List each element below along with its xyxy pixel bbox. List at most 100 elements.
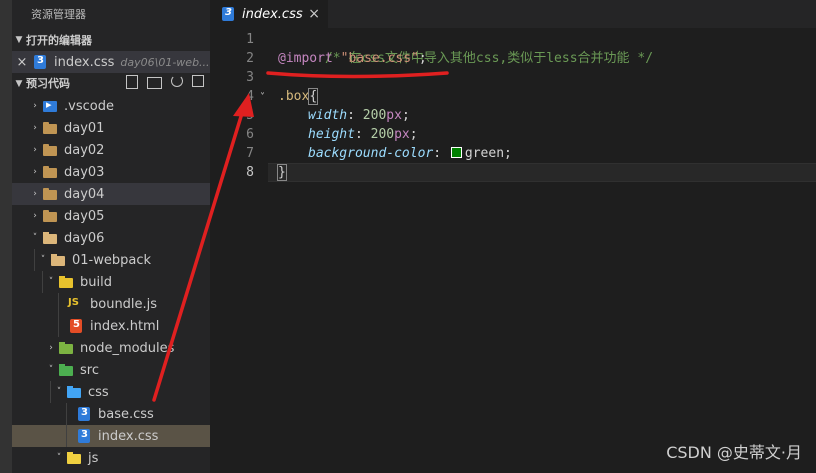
folder-icon [42,142,58,158]
folder-open-icon [42,230,58,246]
unit-token: px [386,108,402,123]
at-rule-token: @import [278,51,333,66]
tree-item-base-css[interactable]: base.css [12,403,210,425]
line-number: 5 [246,108,254,123]
fold-chevron-icon[interactable]: ˅ [260,92,265,103]
new-folder-icon[interactable] [147,77,162,89]
chevron-down-icon: ˅ [40,255,46,265]
tree-item-day03[interactable]: › day03 [12,161,210,183]
tree-item-label: day01 [64,120,105,136]
tree-item-vscode[interactable]: › .vscode [12,95,210,117]
tree-item-boundle-js[interactable]: boundle.js [12,293,210,315]
js-folder-icon [66,450,82,466]
line-number: 6 [246,127,254,142]
tree-item-index-html[interactable]: index.html [12,315,210,337]
line-number: 3 [246,70,254,85]
chevron-down-icon: ▼ [15,35,23,45]
indent-guide [58,315,59,337]
chevron-down-icon: ˅ [48,277,54,287]
property-token: width [308,108,348,123]
chevron-down-icon: ▼ [15,79,23,89]
unit-token: px [394,127,410,142]
tree-item-index-css[interactable]: index.css [12,425,210,447]
tree-item-js-folder[interactable]: ˅ js [12,447,210,469]
src-folder-icon [58,362,74,378]
colon-token: : [354,127,363,142]
close-icon[interactable]: × [12,55,32,70]
tree-item-label: day05 [64,208,105,224]
tree-item-label: day04 [64,186,105,202]
new-file-icon[interactable] [126,75,138,89]
code-line-1: /* 在css文件中导入其他css,类似于less合并功能 */ [278,30,653,66]
folder-icon [42,186,58,202]
code-line-8: } [277,163,287,182]
open-editor-item-index-css[interactable]: × index.css day06\01-web... [12,51,210,73]
close-icon[interactable]: × [308,6,320,22]
property-token: background-color [308,146,434,161]
tree-item-label: day06 [64,230,105,246]
css-file-icon [34,55,46,69]
tree-item-label: base.css [98,406,154,422]
tree-item-day05[interactable]: › day05 [12,205,210,227]
tree-item-day04[interactable]: › day04 [12,183,210,205]
code-line-4: .box{ [278,87,319,106]
code-line-5: width: 200px; [308,106,410,125]
tree-item-label: src [80,362,99,378]
open-editor-filename: index.css [54,54,115,70]
tree-item-label: boundle.js [90,296,158,312]
folder-icon [42,164,58,180]
tree-item-node-modules[interactable]: › node_modules [12,337,210,359]
js-file-icon [68,296,84,312]
indent-guide [42,271,43,293]
open-editors-header[interactable]: ▼ 打开的编辑器 [12,30,210,51]
folder-icon [42,208,58,224]
tree-item-day02[interactable]: › day02 [12,139,210,161]
activity-bar [0,0,12,473]
folder-open-icon [50,252,66,268]
indent-guide [34,249,35,271]
workspace-header[interactable]: ▼ 预习代码 [12,73,210,95]
color-swatch-icon[interactable] [450,147,462,158]
explorer-title: 资源管理器 [31,8,86,21]
chevron-right-icon: › [33,211,37,221]
chevron-right-icon: › [33,101,37,111]
tree-item-01-webpack[interactable]: ˅ 01-webpack [12,249,210,271]
line-number: 8 [246,165,254,180]
value-token: green [464,146,505,161]
explorer-sidebar: 资源管理器 ▼ 打开的编辑器 × index.css day06\01-web.… [12,0,210,473]
refresh-icon[interactable] [171,75,183,87]
tree-item-label: css [88,384,109,400]
semicolon-token: ; [401,108,410,123]
vscode-folder-icon [42,98,58,114]
selector-token: .box [278,89,310,104]
tree-item-day06[interactable]: ˅ day06 [12,227,210,249]
tab-label: index.css [242,6,303,22]
semicolon-token: ; [409,127,418,142]
code-editor[interactable]: 1 2 3 4 5 6 7 8 ˅ /* 在css文件中导入其他css,类似于l… [210,28,816,473]
tree-item-label: build [80,274,112,290]
brace-token: } [277,164,287,181]
number-token: 200 [370,127,395,142]
property-token: height [308,127,355,142]
chevron-right-icon: › [49,343,53,353]
indent-guide [66,425,67,447]
string-token: "base.css" [340,51,419,66]
line-number: 4 [246,89,254,104]
editor-area: index.css × 1 2 3 4 5 6 7 8 ˅ /* 在css文件中… [210,0,816,473]
colon-token: : [433,146,442,161]
css-file-icon [78,429,90,443]
build-folder-icon [58,274,74,290]
chevron-down-icon: ˅ [56,387,62,397]
tree-item-day01[interactable]: › day01 [12,117,210,139]
tree-item-src[interactable]: ˅ src [12,359,210,381]
current-line-highlight [268,163,816,182]
tree-item-css-folder[interactable]: ˅ css [12,381,210,403]
tree-item-build[interactable]: ˅ build [12,271,210,293]
explorer-toolbar [126,75,204,89]
chevron-down-icon: ˅ [56,453,62,463]
line-number: 1 [246,32,254,47]
collapse-all-icon[interactable] [192,75,204,87]
watermark: CSDN @史蒂文·月 [666,443,802,462]
tab-index-css[interactable]: index.css × [210,0,328,28]
html-file-icon [70,319,82,333]
